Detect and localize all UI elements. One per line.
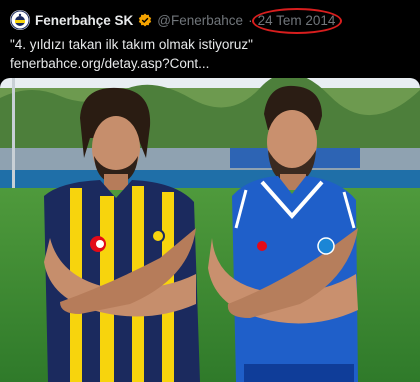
date-highlight-circle — [251, 7, 342, 34]
tweet[interactable]: Fenerbahçe SK @Fenerbahce · 24 Tem 2014 … — [0, 0, 420, 382]
tweet-photo[interactable] — [0, 78, 420, 382]
tweet-text: "4. yıldızı takan ilk takım olmak istiyo… — [10, 35, 410, 73]
tweet-quote: "4. yıldızı takan ilk takım olmak istiyo… — [10, 37, 253, 52]
tweet-date[interactable]: 24 Tem 2014 — [251, 7, 342, 34]
avatar[interactable] — [10, 10, 30, 30]
fenerbahce-logo-icon — [10, 10, 30, 30]
handle[interactable]: @Fenerbahce — [157, 13, 243, 28]
players-photo — [0, 78, 420, 382]
display-name[interactable]: Fenerbahçe SK — [35, 13, 133, 28]
verified-badge-icon — [139, 13, 152, 27]
tweet-link[interactable]: fenerbahce.org/detay.asp?Cont... — [10, 56, 209, 71]
tweet-header: Fenerbahçe SK @Fenerbahce · 24 Tem 2014 — [10, 7, 342, 34]
